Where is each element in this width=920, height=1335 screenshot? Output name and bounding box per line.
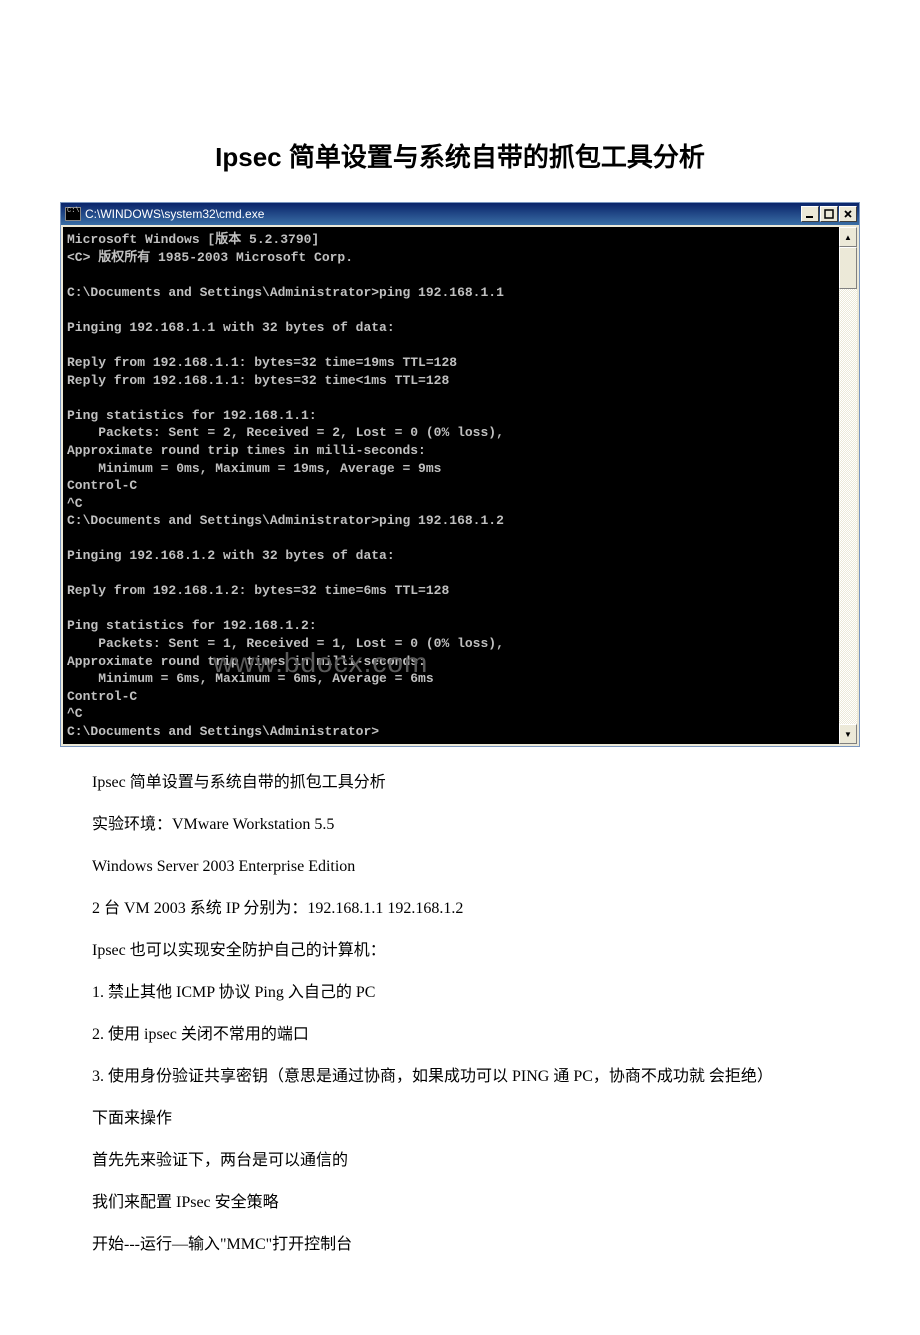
paragraph: 1. 禁止其他 ICMP 协议 Ping 入自己的 PC	[60, 981, 860, 1005]
paragraph: 实验环境：VMware Workstation 5.5	[60, 813, 860, 837]
maximize-button[interactable]	[820, 206, 838, 222]
cmd-icon	[65, 207, 81, 221]
cmd-output: Microsoft Windows [版本 5.2.3790] <C> 版权所有…	[63, 227, 839, 744]
minimize-button[interactable]	[801, 206, 819, 222]
paragraph: 首先先来验证下，两台是可以通信的	[60, 1149, 860, 1173]
scroll-down-button[interactable]: ▼	[839, 724, 857, 744]
scroll-track[interactable]	[839, 247, 857, 724]
paragraph: 2. 使用 ipsec 关闭不常用的端口	[60, 1023, 860, 1047]
paragraph: 下面来操作	[60, 1107, 860, 1131]
cmd-window: C:\WINDOWS\system32\cmd.exe Microsoft Wi…	[60, 202, 860, 747]
article-body: Ipsec 简单设置与系统自带的抓包工具分析 实验环境：VMware Works…	[60, 771, 860, 1257]
paragraph: Ipsec 也可以实现安全防护自己的计算机：	[60, 939, 860, 963]
scroll-thumb[interactable]	[839, 247, 857, 289]
paragraph: Windows Server 2003 Enterprise Edition	[60, 855, 860, 879]
paragraph: Ipsec 简单设置与系统自带的抓包工具分析	[60, 771, 860, 795]
paragraph: 我们来配置 IPsec 安全策略	[60, 1191, 860, 1215]
page-title: Ipsec 简单设置与系统自带的抓包工具分析	[60, 137, 860, 174]
cmd-titlebar: C:\WINDOWS\system32\cmd.exe	[61, 203, 859, 225]
paragraph: 2 台 VM 2003 系统 IP 分别为：192.168.1.1 192.16…	[60, 897, 860, 921]
paragraph: 开始---运行—输入"MMC"打开控制台	[60, 1233, 860, 1257]
scrollbar[interactable]: ▲ ▼	[839, 227, 857, 744]
cmd-window-title: C:\WINDOWS\system32\cmd.exe	[85, 207, 264, 221]
paragraph: 3. 使用身份验证共享密钥（意思是通过协商，如果成功可以 PING 通 PC，协…	[60, 1065, 860, 1089]
scroll-up-button[interactable]: ▲	[839, 227, 857, 247]
close-button[interactable]	[839, 206, 857, 222]
